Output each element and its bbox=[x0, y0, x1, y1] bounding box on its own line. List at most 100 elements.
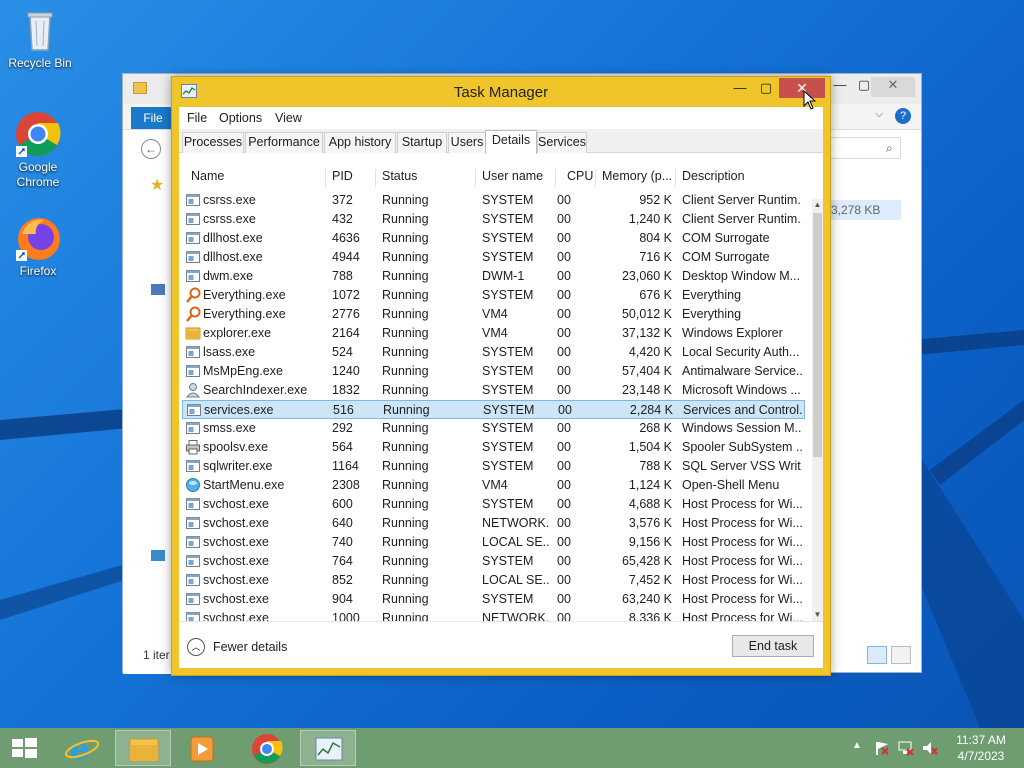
close-icon[interactable]: ✕ bbox=[871, 77, 915, 97]
process-description: Host Process for Wi... bbox=[682, 592, 802, 606]
column-divider[interactable] bbox=[375, 169, 376, 187]
table-row[interactable]: svchost.exe 764 Running SYSTEM 00 65,428 K Hos… bbox=[182, 552, 805, 571]
column-header-memory[interactable]: Memory (p... bbox=[602, 169, 672, 183]
vertical-scrollbar[interactable]: ▲ ▼ bbox=[812, 199, 823, 623]
table-row[interactable]: StartMenu.exe 2308 Running VM4 00 1,124 K Open… bbox=[182, 476, 805, 495]
table-row[interactable]: dwm.exe 788 Running DWM-1 00 23,060 K Desktop … bbox=[182, 267, 805, 286]
column-header-description[interactable]: Description bbox=[682, 169, 745, 183]
table-row[interactable]: svchost.exe 852 Running LOCAL SE... 00 7,452 … bbox=[182, 571, 805, 590]
table-row[interactable]: svchost.exe 1000 Running NETWORK... 00 8,336 … bbox=[182, 609, 805, 621]
table-row[interactable]: svchost.exe 640 Running NETWORK... 00 3,576 K… bbox=[182, 514, 805, 533]
column-header-status[interactable]: Status bbox=[382, 169, 417, 183]
table-row[interactable]: smss.exe 292 Running SYSTEM 00 268 K Windows S… bbox=[182, 419, 805, 438]
column-divider[interactable] bbox=[475, 169, 476, 187]
table-row[interactable]: dllhost.exe 4636 Running SYSTEM 00 804 K COM S… bbox=[182, 229, 805, 248]
process-cpu: 00 bbox=[557, 231, 571, 245]
taskbar-google-chrome[interactable] bbox=[238, 730, 294, 766]
column-divider[interactable] bbox=[325, 169, 326, 187]
process-pid: 740 bbox=[332, 535, 353, 549]
system-clock[interactable]: 11:37 AM 4/7/2023 bbox=[948, 732, 1014, 764]
column-header-cpu[interactable]: CPU bbox=[567, 169, 593, 183]
table-row[interactable]: Everything.exe 2776 Running VM4 00 50,012 K Ev… bbox=[182, 305, 805, 324]
tab-processes[interactable]: Processes bbox=[182, 132, 244, 153]
star-icon[interactable]: ★ bbox=[150, 175, 164, 195]
chevron-down-icon[interactable]: ⌵ bbox=[875, 108, 883, 121]
application-icon bbox=[185, 211, 201, 227]
table-row[interactable]: services.exe 516 Running SYSTEM 00 2,284 K Ser… bbox=[182, 400, 805, 419]
volume-muted-icon[interactable] bbox=[921, 740, 939, 756]
tab-services[interactable]: Services bbox=[537, 132, 587, 153]
large-icons-view-icon[interactable] bbox=[891, 646, 911, 664]
task-manager-window[interactable]: Task Manager — ▢ ✕ File Options View Pro… bbox=[171, 76, 831, 676]
table-row[interactable]: spoolsv.exe 564 Running SYSTEM 00 1,504 K Spoo… bbox=[182, 438, 805, 457]
help-icon[interactable]: ? bbox=[895, 108, 911, 124]
tab-startup[interactable]: Startup bbox=[397, 132, 447, 153]
process-cpu: 00 bbox=[557, 288, 571, 302]
tab-app-history[interactable]: App history bbox=[324, 132, 396, 153]
table-row[interactable]: MsMpEng.exe 1240 Running SYSTEM 00 57,404 K An… bbox=[182, 362, 805, 381]
process-description: Client Server Runtim... bbox=[682, 193, 802, 207]
table-row[interactable]: svchost.exe 740 Running LOCAL SE... 00 9,156 … bbox=[182, 533, 805, 552]
table-row[interactable]: explorer.exe 2164 Running VM4 00 37,132 K Wind… bbox=[182, 324, 805, 343]
task-manager-title-bar[interactable]: Task Manager — ▢ ✕ bbox=[172, 77, 830, 107]
search-input[interactable]: ⌕ bbox=[829, 137, 901, 159]
tab-details[interactable]: Details bbox=[485, 130, 537, 154]
process-name: StartMenu.exe bbox=[203, 478, 285, 492]
column-header-pid[interactable]: PID bbox=[332, 169, 353, 183]
taskbar-task-manager[interactable] bbox=[300, 730, 356, 766]
file-tab[interactable]: File bbox=[131, 107, 175, 129]
scroll-down-arrow-icon[interactable]: ▼ bbox=[812, 609, 823, 621]
column-divider[interactable] bbox=[595, 169, 596, 187]
firefox-desktop-icon[interactable]: Firefox bbox=[0, 214, 76, 279]
table-row[interactable]: svchost.exe 600 Running SYSTEM 00 4,688 K Host… bbox=[182, 495, 805, 514]
google-chrome-label: Google Chrome bbox=[16, 160, 60, 189]
process-status: Running bbox=[382, 250, 429, 264]
process-name: svchost.exe bbox=[203, 611, 270, 621]
menu-view[interactable]: View bbox=[275, 111, 302, 125]
table-row[interactable]: svchost.exe 904 Running SYSTEM 00 63,240 K Hos… bbox=[182, 590, 805, 609]
computer-icon[interactable] bbox=[151, 284, 165, 295]
close-button[interactable]: ✕ bbox=[779, 78, 825, 98]
column-divider[interactable] bbox=[555, 169, 556, 187]
table-row[interactable]: dllhost.exe 4944 Running SYSTEM 00 716 K COM S… bbox=[182, 248, 805, 267]
fewer-details-button[interactable]: ︿ Fewer details bbox=[187, 637, 287, 657]
svg-text:e: e bbox=[70, 732, 89, 766]
application-icon bbox=[185, 591, 201, 607]
process-name: Everything.exe bbox=[203, 307, 286, 321]
table-row[interactable]: csrss.exe 372 Running SYSTEM 00 952 K Client S… bbox=[182, 191, 805, 210]
taskbar-media-player[interactable] bbox=[175, 730, 231, 766]
column-divider[interactable] bbox=[675, 169, 676, 187]
google-chrome-desktop-icon[interactable]: Google Chrome bbox=[0, 110, 76, 190]
taskbar-file-explorer[interactable] bbox=[115, 730, 171, 766]
table-row[interactable]: Everything.exe 1072 Running SYSTEM 00 676 K Ev… bbox=[182, 286, 805, 305]
minimize-button[interactable]: — bbox=[727, 79, 753, 97]
table-row[interactable]: csrss.exe 432 Running SYSTEM 00 1,240 K Client… bbox=[182, 210, 805, 229]
details-view-icon[interactable] bbox=[867, 646, 887, 664]
tab-performance[interactable]: Performance bbox=[245, 132, 323, 153]
table-row[interactable]: lsass.exe 524 Running SYSTEM 00 4,420 K Local … bbox=[182, 343, 805, 362]
application-icon bbox=[186, 402, 202, 418]
network-icon[interactable] bbox=[151, 550, 165, 561]
back-icon[interactable]: ← bbox=[141, 139, 161, 159]
column-header-user-name[interactable]: User name bbox=[482, 169, 543, 183]
action-center-flag-icon[interactable] bbox=[874, 740, 890, 756]
table-row[interactable]: sqlwriter.exe 1164 Running SYSTEM 00 788 K SQL… bbox=[182, 457, 805, 476]
process-cpu: 00 bbox=[557, 345, 571, 359]
maximize-button[interactable]: ▢ bbox=[753, 79, 779, 97]
show-hidden-icons-chevron-icon[interactable]: ▲ bbox=[852, 740, 862, 751]
scroll-up-arrow-icon[interactable]: ▲ bbox=[812, 199, 823, 211]
menu-options[interactable]: Options bbox=[219, 111, 262, 125]
taskbar-internet-explorer[interactable]: e bbox=[54, 730, 110, 767]
fewer-details-label: Fewer details bbox=[213, 640, 288, 654]
column-header-name[interactable]: Name bbox=[191, 169, 224, 183]
menu-file[interactable]: File bbox=[187, 111, 207, 125]
table-row[interactable]: SearchIndexer.exe 1832 Running SYSTEM 00 23,1… bbox=[182, 381, 805, 400]
process-memory: 788 K bbox=[639, 459, 672, 473]
network-icon[interactable] bbox=[897, 740, 915, 756]
recycle-bin-desktop-icon[interactable]: Recycle Bin bbox=[2, 6, 78, 71]
start-button[interactable] bbox=[0, 730, 48, 766]
end-task-button[interactable]: End task bbox=[732, 635, 814, 657]
scrollbar-thumb[interactable] bbox=[813, 213, 822, 457]
process-description: Host Process for Wi... bbox=[682, 497, 802, 511]
tab-users[interactable]: Users bbox=[448, 132, 486, 153]
